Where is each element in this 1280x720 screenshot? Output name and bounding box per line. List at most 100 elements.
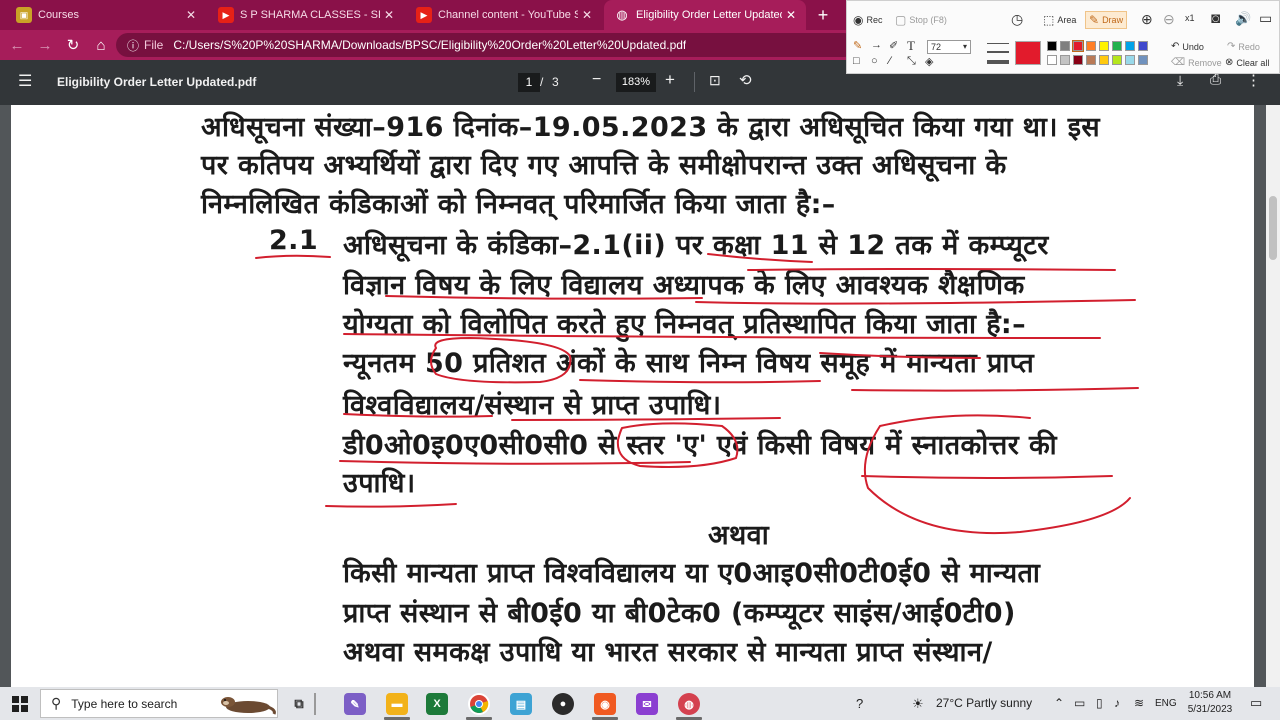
close-tab-icon[interactable]: ✕ <box>578 8 596 22</box>
text-tool-icon[interactable]: T <box>907 38 915 54</box>
arrow-tool-icon[interactable]: → <box>871 39 882 51</box>
notifications-icon[interactable]: ▭ <box>1250 695 1262 711</box>
url-field[interactable]: ⓘ File C:/Users/S%20P%20SHARMA/Downloads… <box>116 33 856 57</box>
color-swatch[interactable] <box>1138 41 1148 51</box>
webcam-button[interactable]: ◙ <box>1211 10 1220 27</box>
new-tab-button[interactable]: + <box>812 4 834 26</box>
rectangle-tool-icon[interactable]: □ <box>853 55 860 67</box>
wifi-icon[interactable]: ≋ <box>1134 696 1144 710</box>
tab-sp-sharma-classes[interactable]: ▶ S P SHARMA CLASSES - SPSC - Y ✕ <box>208 0 404 30</box>
font-size-value: 72 <box>931 42 942 52</box>
stroke-thin-option[interactable] <box>987 43 1009 44</box>
zoom-out-tool-button[interactable]: ⊖ <box>1163 11 1175 28</box>
color-swatch[interactable] <box>1086 41 1096 51</box>
color-swatch[interactable] <box>1060 55 1070 65</box>
close-tab-icon[interactable]: ✕ <box>380 8 398 22</box>
notepad-app-icon[interactable]: ▤ <box>510 693 532 715</box>
tab-courses[interactable]: ▣ Courses ✕ <box>6 0 206 30</box>
zoom-level-input[interactable]: 183% <box>616 73 656 92</box>
windows-start-icon[interactable] <box>12 696 28 712</box>
font-size-select[interactable]: 72 ▾ <box>927 40 971 54</box>
color-swatch[interactable] <box>1047 41 1057 51</box>
home-icon[interactable]: ⌂ <box>88 32 114 58</box>
color-swatch[interactable] <box>1060 41 1070 51</box>
color-swatch[interactable] <box>1125 41 1135 51</box>
network-icon[interactable]: ▭ <box>1074 696 1085 710</box>
taskbar: ⚲ Type here to search ⧉ ✎ ▬ X ▤ ● ◉ ✉ ◍ … <box>0 687 1280 720</box>
eraser-tool-icon[interactable]: ◈ <box>925 55 933 68</box>
download-icon[interactable]: ⤓ <box>1177 72 1183 89</box>
task-view-icon[interactable]: ⧉ <box>288 693 310 715</box>
draw-button[interactable]: ✎ Draw <box>1085 11 1128 29</box>
system-clock[interactable]: 10:56 AM 5/31/2023 <box>1182 689 1238 717</box>
area-button[interactable]: ⬚ Area <box>1043 13 1076 27</box>
tab-youtube-studio[interactable]: ▶ Channel content - YouTube Studi ✕ <box>406 0 602 30</box>
color-swatch[interactable] <box>1099 41 1109 51</box>
rec-button[interactable]: ◉ Rec <box>853 13 883 27</box>
scrollbar-track[interactable] <box>1266 105 1280 687</box>
back-arrow-icon[interactable]: ← <box>4 32 30 58</box>
cursor-tool-icon[interactable]: ⤡ <box>907 55 916 68</box>
stroke-medium-option[interactable] <box>987 51 1009 53</box>
redo-icon: ↷ <box>1227 41 1236 52</box>
color-swatch[interactable] <box>1125 55 1135 65</box>
chrome-profile-icon[interactable]: ◍ <box>678 693 700 715</box>
zoom-in-tool-button[interactable]: ⊕ <box>1141 11 1153 28</box>
weather-text[interactable]: 27°C Partly sunny <box>936 696 1032 710</box>
screen-recorder-icon[interactable]: ◉ <box>594 693 616 715</box>
page-separator: / <box>540 75 544 89</box>
zoom-in-icon[interactable]: + <box>665 70 675 90</box>
volume-icon[interactable]: ♪ <box>1114 696 1120 710</box>
color-swatch[interactable] <box>1047 55 1057 65</box>
undo-button[interactable]: ↶ Undo <box>1171 41 1204 52</box>
chat-app-icon[interactable]: ✉ <box>636 693 658 715</box>
color-swatch[interactable] <box>1072 40 1084 52</box>
chevron-up-icon[interactable]: ⌃ <box>1054 696 1064 710</box>
file-explorer-icon[interactable]: ▬ <box>386 693 408 715</box>
color-swatch[interactable] <box>1112 41 1122 51</box>
notes-app-icon[interactable]: ✎ <box>344 693 366 715</box>
ellipse-tool-icon[interactable]: ○ <box>871 55 878 67</box>
timer-icon: ◷ <box>1011 11 1024 27</box>
excel-icon[interactable]: X <box>426 693 448 715</box>
minimize-tool-button[interactable]: ▭ <box>1259 10 1272 27</box>
page-number-input[interactable]: 1 <box>518 73 540 92</box>
chrome-icon[interactable] <box>468 693 490 715</box>
zoom-out-icon[interactable]: − <box>592 71 601 89</box>
pen-tool-icon[interactable]: ✎ <box>853 39 862 52</box>
pdf-viewer[interactable]: अधिसूचना संख्या–916 दिनांक–19.05.2023 के… <box>0 105 1280 687</box>
fit-to-page-icon[interactable]: ⊡ <box>709 72 721 89</box>
highlighter-tool-icon[interactable]: ✐ <box>889 39 898 52</box>
media-app-icon[interactable]: ● <box>552 693 574 715</box>
reload-icon[interactable]: ↻ <box>60 32 86 58</box>
stroke-thick-option[interactable] <box>987 60 1009 64</box>
hamburger-menu-icon[interactable]: ☰ <box>18 73 36 91</box>
color-swatch[interactable] <box>1112 55 1122 65</box>
close-tab-icon[interactable]: ✕ <box>782 8 800 22</box>
selected-color-swatch[interactable] <box>1015 41 1041 65</box>
stop-button[interactable]: ▢ Stop (F8) <box>895 13 947 27</box>
timer-button[interactable]: ◷ <box>1011 11 1023 28</box>
help-icon[interactable]: ? <box>856 696 863 711</box>
tab-title: Courses <box>38 9 79 21</box>
rotate-icon[interactable]: ⟲ <box>739 71 752 89</box>
forward-arrow-icon[interactable]: → <box>32 32 58 58</box>
remove-button[interactable]: ⌫ Remove <box>1171 57 1222 68</box>
document-line: विश्वविद्यालय/संस्थान से प्राप्त उपाधि। <box>343 390 722 421</box>
weather-icon[interactable]: ☀ <box>912 696 924 712</box>
volume-button[interactable]: 🔊 <box>1235 11 1251 27</box>
color-swatch[interactable] <box>1099 55 1109 65</box>
battery-icon[interactable]: ▯ <box>1096 696 1103 710</box>
clear-all-button[interactable]: ⊗ Clear all <box>1225 57 1269 68</box>
language-indicator[interactable]: ENG <box>1155 698 1177 709</box>
close-tab-icon[interactable]: ✕ <box>182 8 200 22</box>
record-icon: ◉ <box>853 13 864 27</box>
color-swatch[interactable] <box>1138 55 1148 65</box>
color-swatch[interactable] <box>1086 55 1096 65</box>
tab-eligibility-pdf[interactable]: ◍ Eligibility Order Letter Updated.p ✕ <box>604 0 806 30</box>
scrollbar-thumb[interactable] <box>1269 196 1277 260</box>
color-swatch[interactable] <box>1073 55 1083 65</box>
info-icon[interactable]: ⓘ <box>122 37 144 54</box>
line-tool-icon[interactable]: ∕ <box>889 55 891 67</box>
redo-button[interactable]: ↷ Redo <box>1227 41 1260 52</box>
